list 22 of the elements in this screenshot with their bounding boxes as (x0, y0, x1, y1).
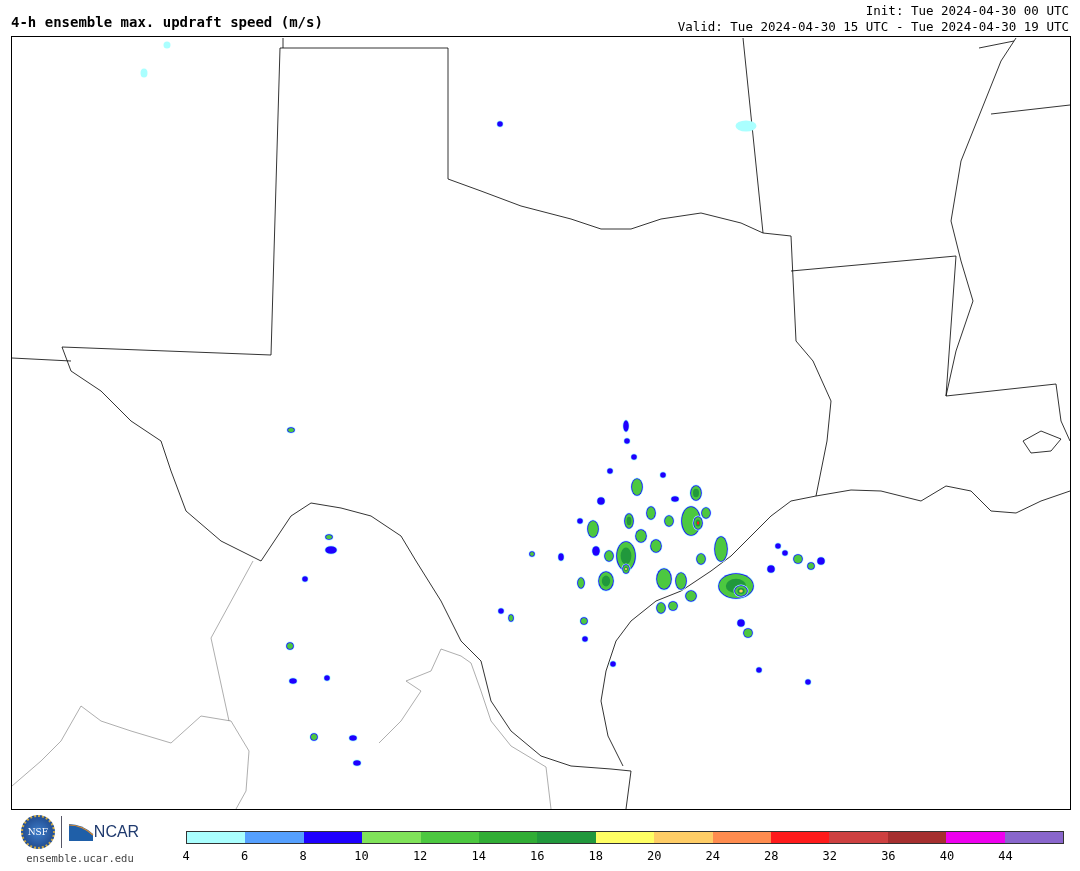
tick-label: 10 (354, 849, 369, 863)
tick-label: 8 (299, 849, 307, 863)
swoosh-icon (67, 822, 94, 842)
tick-label: 24 (705, 849, 720, 863)
tick-label: 12 (412, 849, 428, 863)
tick-label: 32 (822, 849, 838, 863)
nsf-logo: NSF (20, 815, 55, 849)
tick-label: 4 (182, 849, 190, 863)
init-time: Init: Tue 2024-04-30 00 UTC (864, 3, 1069, 19)
valid-time: Valid: Tue 2024-04-30 15 UTC - Tue 2024-04-30 19 UTC (677, 19, 1069, 35)
tick-label: 44 (998, 849, 1013, 863)
tick-label: 14 (471, 849, 486, 863)
tick-label: 20 (647, 849, 662, 863)
site-url: ensemble.ucar.edu (26, 852, 134, 864)
tick-label: 18 (588, 849, 603, 863)
tick-label: 6 (240, 849, 249, 863)
tick-label: 16 (529, 849, 545, 863)
chart-title: 4-h ensemble max. updraft speed (m/s) (11, 14, 323, 32)
tick-label: 36 (881, 849, 896, 863)
ncar-logo: NCAR (93, 823, 140, 841)
tick-label: 28 (764, 849, 779, 863)
tick-label: 40 (939, 849, 955, 863)
